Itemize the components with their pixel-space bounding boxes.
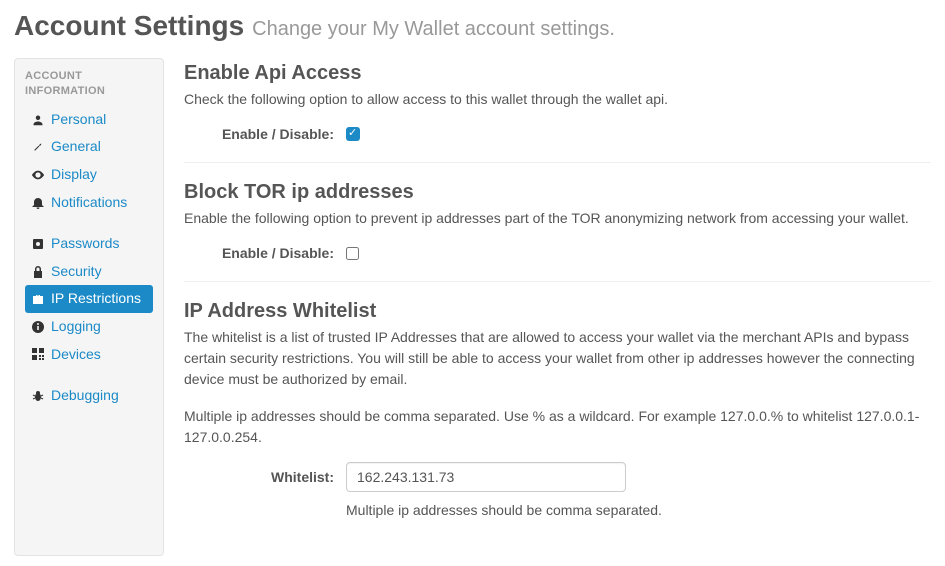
nav-group-0: Personal General Display Notifications (25, 106, 153, 216)
sidebar-item-label: General (51, 137, 101, 157)
api-toggle-label: Enable / Disable: (184, 126, 334, 142)
sidebar-item-label: Personal (51, 110, 106, 130)
sidebar-item-label: Notifications (51, 193, 127, 213)
sidebar-item-label: Debugging (51, 386, 119, 406)
section-desc: The whitelist is a list of trusted IP Ad… (184, 327, 931, 390)
whitelist-label: Whitelist: (184, 469, 334, 485)
sidebar-item-security[interactable]: Security (25, 258, 153, 286)
sidebar-item-debugging[interactable]: Debugging (25, 382, 153, 410)
bell-icon (31, 195, 45, 209)
sidebar-item-label: Passwords (51, 234, 119, 254)
sidebar-item-passwords[interactable]: Passwords (25, 230, 153, 258)
page-title: Account Settings (14, 10, 244, 41)
nav-group-2: Debugging (25, 382, 153, 410)
section-desc: Check the following option to allow acce… (184, 89, 931, 110)
sidebar-item-display[interactable]: Display (25, 161, 153, 189)
section-block-tor: Block TOR ip addresses Enable the follow… (184, 181, 931, 282)
person-icon (31, 113, 45, 127)
page-subtitle: Change your My Wallet account settings. (252, 18, 615, 40)
vault-icon (31, 237, 45, 251)
section-api-access: Enable Api Access Check the following op… (184, 62, 931, 163)
whitelist-hint: Multiple ip addresses should be comma se… (346, 502, 931, 518)
section-title: IP Address Whitelist (184, 300, 931, 323)
sidebar-item-label: Logging (51, 317, 101, 337)
section-ip-whitelist: IP Address Whitelist The whitelist is a … (184, 300, 931, 538)
info-icon (31, 320, 45, 334)
tor-toggle-label: Enable / Disable: (184, 245, 334, 261)
wrench-icon (31, 140, 45, 154)
sidebar-item-label: IP Restrictions (51, 289, 141, 309)
tor-enable-checkbox[interactable] (346, 247, 359, 260)
whitelist-input[interactable] (346, 462, 626, 492)
briefcase-icon (31, 292, 45, 306)
sidebar-item-label: Display (51, 165, 97, 185)
nav-group-1: Passwords Security IP Restrictions Loggi… (25, 230, 153, 368)
bug-icon (31, 389, 45, 403)
qrcode-icon (31, 347, 45, 361)
sidebar-item-notifications[interactable]: Notifications (25, 189, 153, 217)
page-header: Account Settings Change your My Wallet a… (0, 0, 945, 48)
section-title: Block TOR ip addresses (184, 181, 931, 204)
sidebar: ACCOUNT INFORMATION Personal General Dis… (14, 58, 164, 556)
section-desc: Enable the following option to prevent i… (184, 208, 931, 229)
sidebar-heading: ACCOUNT INFORMATION (25, 69, 153, 100)
api-enable-checkbox[interactable] (346, 127, 360, 141)
main-content: Enable Api Access Check the following op… (184, 58, 931, 556)
sidebar-item-general[interactable]: General (25, 133, 153, 161)
lock-icon (31, 265, 45, 279)
section-title: Enable Api Access (184, 62, 931, 85)
sidebar-item-ip-restrictions[interactable]: IP Restrictions (25, 285, 153, 313)
sidebar-item-label: Devices (51, 345, 101, 365)
sidebar-item-devices[interactable]: Devices (25, 341, 153, 369)
sidebar-item-label: Security (51, 262, 102, 282)
section-desc2: Multiple ip addresses should be comma se… (184, 406, 931, 448)
eye-icon (31, 168, 45, 182)
sidebar-item-logging[interactable]: Logging (25, 313, 153, 341)
sidebar-item-personal[interactable]: Personal (25, 106, 153, 134)
